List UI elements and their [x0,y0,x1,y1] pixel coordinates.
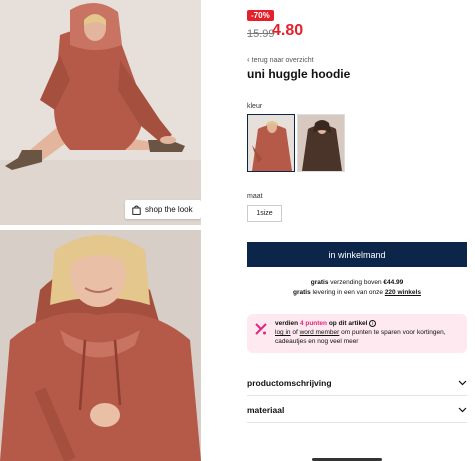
shipping-line-store-pickup: gratis levering in een van onze 220 wink… [293,289,421,296]
chevron-down-icon [458,380,467,385]
shop-the-look-label: shop the look [145,205,193,214]
sale-price: 4.80 [272,22,304,39]
shipping-line-free-delivery: gratis verzending boven €44.99 [310,279,404,286]
product-title: uni huggle hoodie [247,67,351,81]
accordion-material[interactable]: materiaal [247,397,467,423]
shipping-info: gratis verzending boven €44.99 gratis le… [247,278,467,298]
login-link[interactable]: log in [275,329,291,336]
stores-link[interactable]: 220 winkels [385,289,421,296]
back-to-overview-link[interactable]: ‹ terug naar overzicht [247,56,314,64]
model-seated-illustration [0,0,201,225]
loyalty-banner: verdien 4 punten op dit artikel i log in… [247,314,467,353]
accordion-label: materiaal [247,404,285,415]
info-icon[interactable]: i [369,319,377,327]
swatch-rust-image [248,115,294,171]
become-member-link[interactable]: word member [300,329,340,336]
shopping-bag-icon [132,205,141,215]
shop-the-look-button[interactable]: shop the look [125,200,201,219]
product-photo-closeup[interactable] [0,230,201,461]
product-gallery: shop the look [0,0,201,461]
chevron-down-icon [458,407,467,412]
old-price: 15.99 [247,28,275,40]
discount-badge: -70% [247,10,274,21]
chevron-left-icon: ‹ [247,55,250,64]
loyalty-logo-icon [255,323,267,335]
model-closeup-illustration [0,230,201,461]
color-label: kleur [247,103,263,110]
color-swatch-rust[interactable] [247,114,295,172]
swatch-dark-brown-image [298,115,344,171]
add-to-cart-button[interactable]: in winkelmand [247,242,467,267]
color-swatch-dark-brown[interactable] [297,114,345,172]
accordion-product-description[interactable]: productomschrijving [247,370,467,396]
back-link-label: terug naar overzicht [251,56,314,64]
size-label: maat [247,193,263,200]
loyalty-headline: verdien 4 punten op dit artikel i [275,319,461,328]
size-option-1size[interactable]: 1size [247,205,282,222]
loyalty-description: log in of word member om punten te spare… [275,329,446,345]
accordion-label: productomschrijving [247,377,332,388]
loyalty-points: 4 punten [299,320,328,327]
product-photo-seated[interactable]: shop the look [0,0,201,225]
